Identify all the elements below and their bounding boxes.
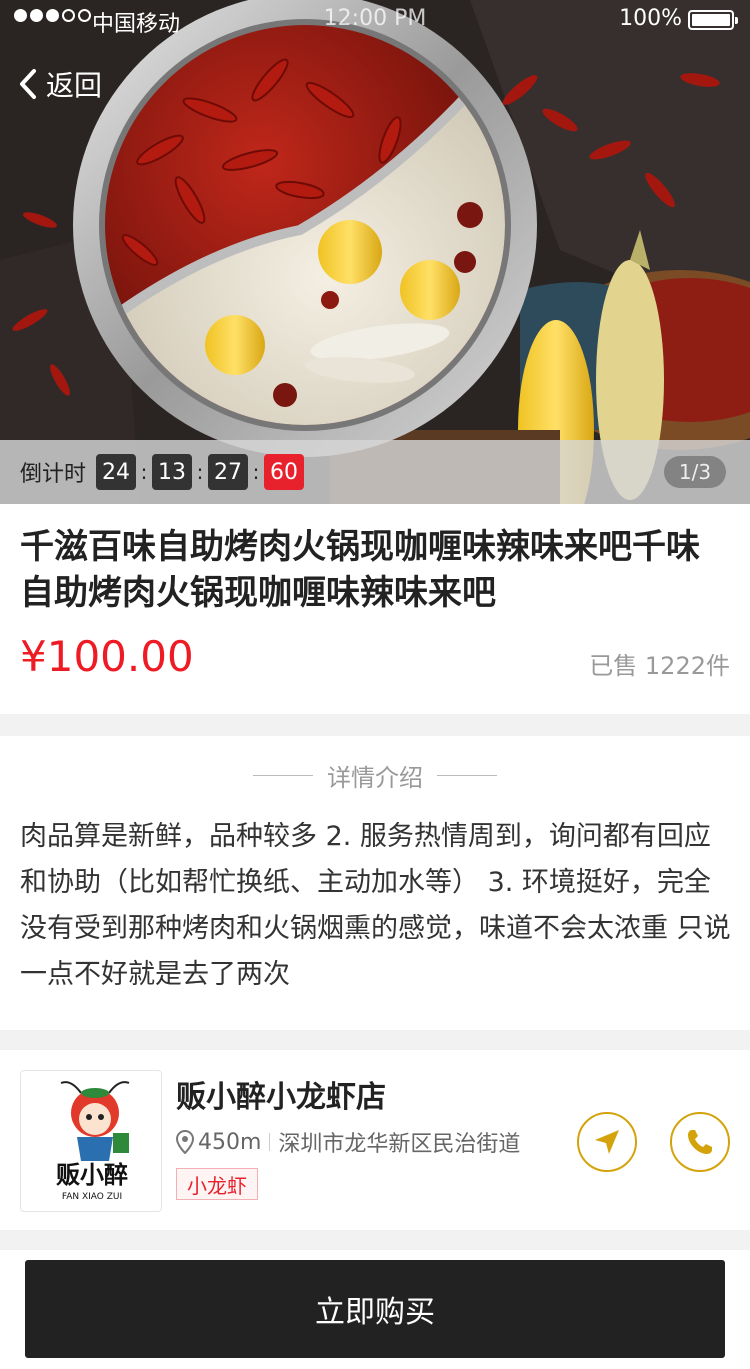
detail-body: 肉品算是新鲜，品种较多 2. 服务热情周到，询问都有回应和协助（比如帮忙换纸、主… <box>20 821 731 990</box>
product-hero-image[interactable]: 中国移动 12:00 PM 100% 返回 倒计时 24 : 13 : 27 :… <box>0 0 750 504</box>
status-bar: 中国移动 12:00 PM 100% <box>0 0 750 40</box>
sold-count: 已售 1222件 <box>589 652 730 680</box>
divider <box>253 775 313 776</box>
hotpot-photo <box>0 0 750 504</box>
store-name: 贩小醉小龙虾店 <box>176 1080 386 1115</box>
store-card[interactable]: 贩小醉 FAN XIAO ZUI 贩小醉小龙虾店 450m 深圳市龙华新区民治街… <box>0 1050 750 1230</box>
countdown-bar: 倒计时 24 : 13 : 27 : 60 1/3 <box>0 440 750 504</box>
countdown-colon: : <box>140 460 148 484</box>
call-button[interactable] <box>670 1112 730 1172</box>
crayfish-mascot-icon: 贩小醉 FAN XIAO ZUI <box>56 1081 130 1202</box>
buy-now-button[interactable]: 立即购买 <box>25 1260 725 1358</box>
divider <box>269 1133 271 1151</box>
detail-section: 详情介绍 肉品算是新鲜，品种较多 2. 服务热情周到，询问都有回应和协助（比如帮… <box>0 736 750 1030</box>
product-info: 千滋百味自助烤肉火锅现咖喱味辣味来吧千味自助烤肉火锅现咖喱味辣味来吧 ¥100.… <box>0 504 750 714</box>
divider <box>437 775 497 776</box>
chevron-left-icon <box>20 69 36 99</box>
countdown-label: 倒计时 <box>20 462 87 487</box>
navigate-button[interactable] <box>577 1112 637 1172</box>
navigation-arrow-icon <box>595 1130 619 1154</box>
location-pin-icon <box>176 1130 194 1154</box>
phone-icon <box>688 1130 712 1154</box>
back-label: 返回 <box>46 69 103 102</box>
detail-heading-label: 详情介绍 <box>327 764 423 792</box>
svg-text:贩小醉: 贩小醉 <box>56 1161 128 1189</box>
countdown-minutes: 13 <box>152 454 193 490</box>
countdown-ms: 60 <box>264 454 305 490</box>
countdown-colon: : <box>252 460 260 484</box>
battery-icon <box>688 10 738 30</box>
store-logo: 贩小醉 FAN XIAO ZUI <box>20 1070 162 1212</box>
product-title: 千滋百味自助烤肉火锅现咖喱味辣味来吧千味自助烤肉火锅现咖喱味辣味来吧 <box>20 527 700 613</box>
store-address: 深圳市龙华新区民治街道 <box>278 1132 521 1157</box>
store-location: 450m 深圳市龙华新区民治街道 <box>176 1126 520 1158</box>
countdown-seconds: 27 <box>208 454 249 490</box>
countdown-colon: : <box>196 460 204 484</box>
detail-heading: 详情介绍 <box>0 758 750 793</box>
countdown-hours: 24 <box>96 454 137 490</box>
svg-text:FAN XIAO ZUI: FAN XIAO ZUI <box>62 1192 122 1202</box>
store-category-tag: 小龙虾 <box>176 1168 258 1200</box>
back-button[interactable]: 返回 <box>18 64 102 104</box>
battery-percent: 100% <box>619 6 682 31</box>
product-price: ¥100.00 <box>20 632 194 681</box>
store-distance: 450m <box>198 1129 262 1155</box>
image-pager: 1/3 <box>664 456 726 488</box>
bottom-action-bar: 立即购买 <box>0 1250 750 1369</box>
